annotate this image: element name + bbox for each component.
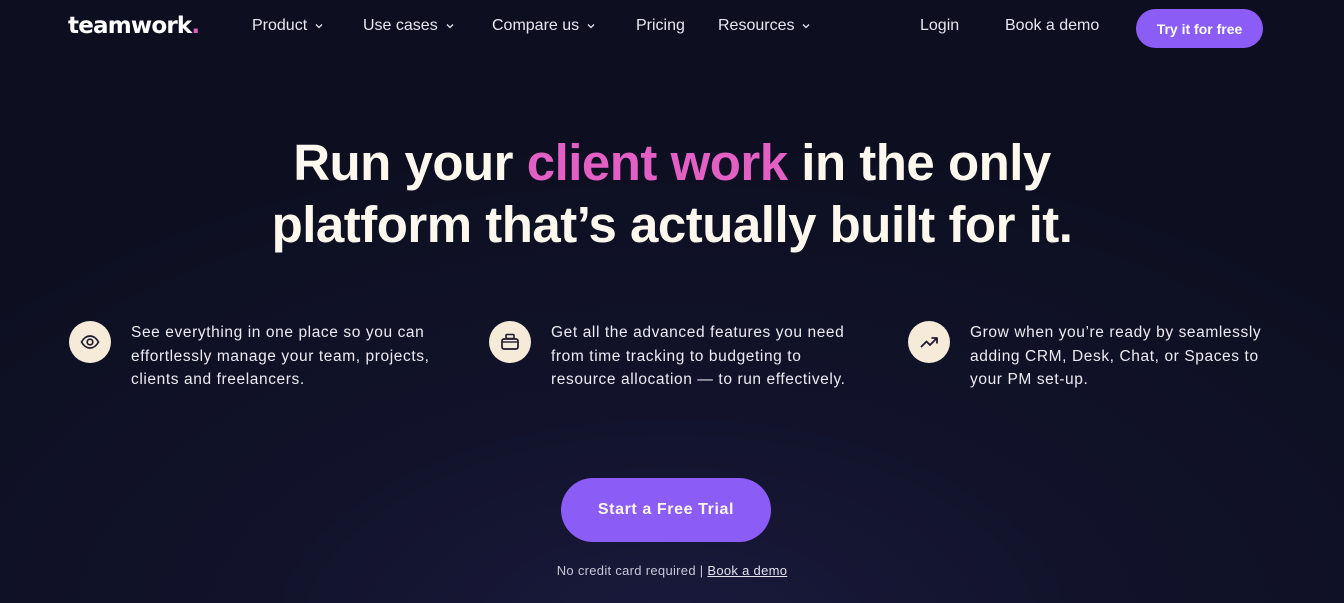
feature-text: Grow when you’re ready by seamlessly add… <box>970 324 1262 388</box>
feature-icon-circle <box>908 321 950 363</box>
start-free-trial-button[interactable]: Start a Free Trial <box>561 478 771 542</box>
feature-icon-circle <box>489 321 531 363</box>
nav-resources-label: Resources <box>718 17 795 34</box>
nav-use-cases-label: Use cases <box>363 17 438 34</box>
toolbox-icon <box>501 333 519 350</box>
eye-icon <box>80 335 100 349</box>
book-demo-note-link[interactable]: Book a demo <box>707 563 787 578</box>
logo-dot: . <box>191 13 200 39</box>
logo-text: teamwork <box>68 13 192 39</box>
hero-line1-post: in the only <box>787 134 1051 191</box>
nav-compare-us[interactable]: Compare us <box>492 17 596 35</box>
feature-text: See everything in one place so you can e… <box>131 324 430 388</box>
chevron-down-icon <box>315 24 323 29</box>
login-link[interactable]: Login <box>920 17 959 35</box>
teamwork-logo[interactable]: teamwork. <box>68 13 200 39</box>
hero-line1-pre: Run your <box>293 134 527 191</box>
nav-pricing[interactable]: Pricing <box>636 17 685 35</box>
trending-up-icon <box>920 337 938 348</box>
nav-pricing-label: Pricing <box>636 17 685 34</box>
nav-product[interactable]: Product <box>252 17 324 35</box>
hero-accent-text: client work <box>526 134 788 191</box>
nav-product-label: Product <box>252 17 308 34</box>
no-credit-card-text: No credit card required | <box>556 563 708 578</box>
book-demo-link[interactable]: Book a demo <box>1005 17 1099 35</box>
try-for-free-button[interactable]: Try it for free <box>1136 9 1263 48</box>
feature-text: Get all the advanced features you need f… <box>551 324 846 388</box>
nav-compare-us-label: Compare us <box>492 17 580 34</box>
hero-headline: Run your client work in the only platfor… <box>0 132 1344 256</box>
nav-use-cases[interactable]: Use cases <box>363 17 455 35</box>
feature-icon-circle <box>69 321 111 363</box>
chevron-down-icon <box>803 24 810 29</box>
cta-note: No credit card required | Book a demo <box>0 563 1344 578</box>
top-navigation: teamwork. Product Use cases Compare us P… <box>0 0 1344 57</box>
hero-line2: platform that’s actually built for it. <box>271 196 1073 253</box>
chevron-down-icon <box>446 24 454 29</box>
chevron-down-icon <box>587 24 595 29</box>
nav-resources[interactable]: Resources <box>718 17 811 35</box>
